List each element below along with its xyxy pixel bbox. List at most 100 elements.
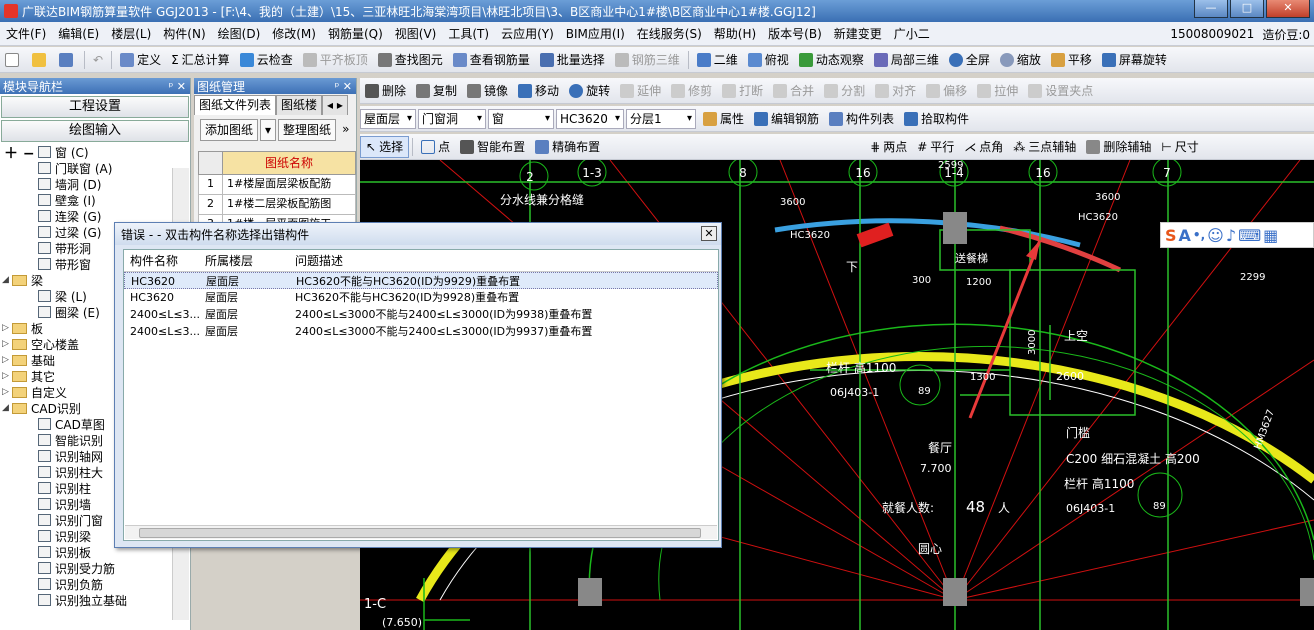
rotate-button[interactable]: 旋转 bbox=[564, 80, 615, 102]
tree-item[interactable]: 识别受力筋 bbox=[0, 560, 172, 576]
break-button[interactable]: 打断 bbox=[717, 80, 768, 102]
offset-button[interactable]: 偏移 bbox=[921, 80, 972, 102]
save-button[interactable] bbox=[54, 49, 81, 71]
close-button[interactable]: ✕ bbox=[1266, 0, 1310, 18]
tab-drawing-file-list[interactable]: 图纸文件列表 bbox=[194, 95, 277, 115]
tree-item[interactable]: 识别负筋 bbox=[0, 576, 172, 592]
col-floor[interactable]: 所属楼层 bbox=[199, 250, 289, 271]
table-row[interactable]: 1 1#楼屋面层梁板配筋 bbox=[198, 175, 356, 195]
attributes-button[interactable]: 属性 bbox=[698, 108, 749, 130]
ime-toolbar[interactable]: S A •, ☺ ♪ ⌨ ▦ bbox=[1160, 222, 1314, 248]
menu-modify[interactable]: 修改(M) bbox=[266, 25, 322, 42]
rebar-3d-button[interactable]: 钢筋三维 bbox=[610, 49, 685, 71]
select-button[interactable]: ↖ 选择 bbox=[360, 135, 410, 158]
open-file-button[interactable] bbox=[27, 49, 54, 71]
menu-cloud[interactable]: 云应用(Y) bbox=[495, 25, 560, 42]
member-list-button[interactable]: 构件列表 bbox=[824, 108, 899, 130]
extend-button[interactable]: 延伸 bbox=[615, 80, 666, 102]
horizontal-scrollbar[interactable] bbox=[125, 525, 717, 539]
pick-member-button[interactable]: 拾取构件 bbox=[899, 108, 974, 130]
point-button[interactable]: 点 bbox=[416, 136, 455, 158]
category-select[interactable]: 门窗洞 bbox=[418, 108, 486, 129]
scroll-thumb[interactable] bbox=[139, 528, 701, 538]
copy-button[interactable]: 复制 bbox=[411, 80, 462, 102]
local-3d-button[interactable]: 局部三维 bbox=[869, 49, 944, 71]
screen-rotate-button[interactable]: 屏幕旋转 bbox=[1097, 49, 1172, 71]
angle-point-button[interactable]: ⋌ 点角 bbox=[959, 136, 1008, 158]
expand-toggle-icon[interactable]: ▷ bbox=[2, 339, 12, 349]
fullscreen-button[interactable]: 全屏 bbox=[944, 49, 995, 71]
menu-edit[interactable]: 编辑(E) bbox=[52, 25, 105, 42]
find-element-button[interactable]: 查找图元 bbox=[373, 49, 448, 71]
trim-button[interactable]: 修剪 bbox=[666, 80, 717, 102]
undo-button[interactable]: ↶ bbox=[88, 49, 108, 71]
expand-toggle-icon[interactable]: ▷ bbox=[2, 387, 12, 397]
move-button[interactable]: 移动 bbox=[513, 80, 564, 102]
delete-button[interactable]: 删除 bbox=[360, 80, 411, 102]
add-drawing-dropdown[interactable]: ▾ bbox=[260, 119, 277, 141]
col-description[interactable]: 问题描述 bbox=[289, 250, 709, 271]
project-settings-button[interactable]: 工程设置 bbox=[1, 96, 189, 118]
pin-close-icon[interactable]: ᵖ ✕ bbox=[335, 80, 352, 93]
more-icon[interactable]: » bbox=[338, 119, 353, 141]
layer-select[interactable]: 分层1 bbox=[626, 108, 696, 129]
expand-toggle-icon[interactable]: ▷ bbox=[2, 355, 12, 365]
tree-item[interactable]: 识别独立基础 bbox=[0, 592, 172, 608]
menu-guangxiaoer[interactable]: 广小二 bbox=[888, 25, 936, 42]
member-select[interactable]: HC3620 bbox=[556, 108, 624, 129]
maximize-button[interactable]: □ bbox=[1230, 0, 1264, 18]
top-view-button[interactable]: 俯视 bbox=[743, 49, 794, 71]
draw-input-button[interactable]: 绘图输入 bbox=[1, 120, 189, 142]
set-grip-button[interactable]: 设置夹点 bbox=[1023, 80, 1098, 102]
calc-button[interactable]: Σ 汇总计算 bbox=[166, 49, 235, 71]
merge-button[interactable]: 合并 bbox=[768, 80, 819, 102]
pan-button[interactable]: 平移 bbox=[1046, 49, 1097, 71]
menu-rebar[interactable]: 钢筋量(Q) bbox=[322, 25, 389, 42]
floor-select[interactable]: 屋面层 bbox=[360, 108, 416, 129]
align-button[interactable]: 对齐 bbox=[870, 80, 921, 102]
tree-item[interactable]: 壁龛 (I) bbox=[0, 192, 172, 208]
view-2d-button[interactable]: 二维 bbox=[692, 49, 743, 71]
arrange-drawing-button[interactable]: 整理图纸 bbox=[278, 119, 337, 141]
menu-view[interactable]: 视图(V) bbox=[389, 25, 443, 42]
dimension-button[interactable]: ⊢ 尺寸 bbox=[1156, 136, 1203, 158]
define-button[interactable]: 定义 bbox=[115, 49, 166, 71]
menu-floor[interactable]: 楼层(L) bbox=[105, 25, 157, 42]
type-select[interactable]: 窗 bbox=[488, 108, 554, 129]
list-item[interactable]: 2400≤L≤3... 屋面层 2400≤L≤3000不能与2400≤L≤3000(… bbox=[124, 323, 718, 340]
add-drawing-button[interactable]: 添加图纸 bbox=[200, 119, 259, 141]
tree-item[interactable]: 窗 (C) bbox=[0, 144, 172, 160]
tree-item[interactable]: 墙洞 (D) bbox=[0, 176, 172, 192]
user-phone[interactable]: 15008009021 bbox=[1166, 27, 1258, 41]
edit-rebar-button[interactable]: 编辑钢筋 bbox=[749, 108, 824, 130]
menu-tools[interactable]: 工具(T) bbox=[442, 25, 495, 42]
tree-item[interactable]: 门联窗 (A) bbox=[0, 160, 172, 176]
three-point-aux-button[interactable]: ⁂ 三点辅轴 bbox=[1008, 136, 1081, 158]
batch-select-button[interactable]: 批量选择 bbox=[535, 49, 610, 71]
menu-draw[interactable]: 绘图(D) bbox=[212, 25, 267, 42]
two-point-button[interactable]: ⋕ 两点 bbox=[865, 136, 912, 158]
dynamic-view-button[interactable]: 动态观察 bbox=[794, 49, 869, 71]
expand-toggle-icon[interactable]: ◢ bbox=[2, 403, 12, 413]
menu-online[interactable]: 在线服务(S) bbox=[631, 25, 708, 42]
list-item[interactable]: HC3620 屋面层 HC3620不能与HC3620(ID为9928)重叠布置 bbox=[124, 289, 718, 306]
menu-help[interactable]: 帮助(H) bbox=[708, 25, 762, 42]
view-rebar-button[interactable]: 查看钢筋量 bbox=[448, 49, 535, 71]
precise-layout-button[interactable]: 精确布置 bbox=[530, 136, 605, 158]
split-button[interactable]: 分割 bbox=[819, 80, 870, 102]
menu-version[interactable]: 版本号(B) bbox=[762, 25, 828, 42]
menu-bim[interactable]: BIM应用(I) bbox=[560, 25, 631, 42]
list-item[interactable]: HC3620 屋面层 HC3620不能与HC3620(ID为9929)重叠布置 bbox=[124, 272, 718, 289]
parallel-button[interactable]: # 平行 bbox=[912, 136, 959, 158]
menu-member[interactable]: 构件(N) bbox=[157, 25, 211, 42]
mirror-button[interactable]: 镜像 bbox=[462, 80, 513, 102]
tab-scroll-arrows[interactable]: ◂ ▸ bbox=[322, 95, 348, 115]
pin-close-icon[interactable]: ᵖ ✕ bbox=[169, 80, 186, 93]
smart-layout-button[interactable]: 智能布置 bbox=[455, 136, 530, 158]
stretch-button[interactable]: 拉伸 bbox=[972, 80, 1023, 102]
expand-toggle-icon[interactable]: ▷ bbox=[2, 371, 12, 381]
price-bean[interactable]: 造价豆:0 bbox=[1258, 26, 1314, 43]
delete-aux-button[interactable]: 删除辅轴 bbox=[1081, 136, 1156, 158]
dialog-close-button[interactable]: ✕ bbox=[701, 226, 717, 241]
list-item[interactable]: 2400≤L≤3... 屋面层 2400≤L≤3000不能与2400≤L≤3000(… bbox=[124, 306, 718, 323]
